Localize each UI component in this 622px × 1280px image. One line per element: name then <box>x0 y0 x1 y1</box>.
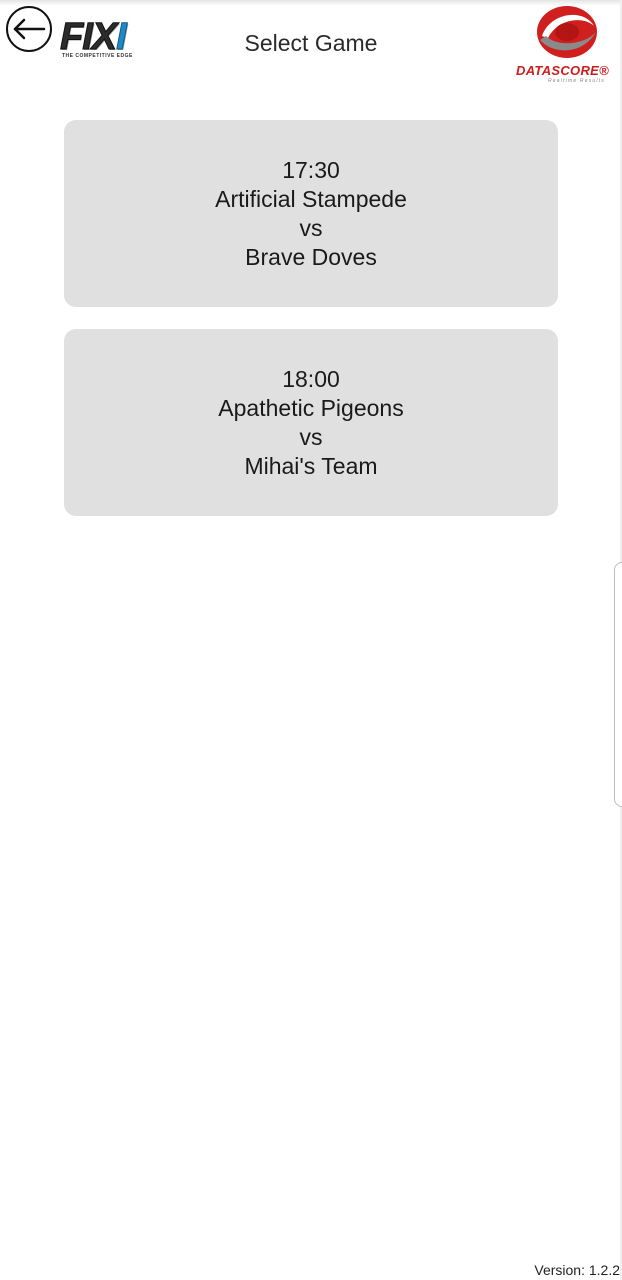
datascore-swirl-icon <box>537 6 597 58</box>
game-time: 17:30 <box>282 156 340 183</box>
versus-label: vs <box>299 423 323 450</box>
versus-label: vs <box>299 214 323 241</box>
datascore-wordmark: DATASCORE® <box>516 63 609 78</box>
datascore-logo: DATASCORE® Realtime Results <box>512 2 622 86</box>
version-label: Version: 1.2.2 <box>534 1262 620 1278</box>
game-card[interactable]: 17:30 Artificial Stampede vs Brave Doves <box>64 120 558 307</box>
game-card[interactable]: 18:00 Apathetic Pigeons vs Mihai's Team <box>64 329 558 516</box>
select-game-screen: FIXI THE COMPETITIVE EDGE Select Game DA… <box>0 0 622 1280</box>
datascore-tagline: Realtime Results <box>548 78 605 84</box>
game-list: 17:30 Artificial Stampede vs Brave Doves… <box>64 120 558 538</box>
home-team: Apathetic Pigeons <box>218 394 404 421</box>
away-team: Brave Doves <box>245 243 377 270</box>
away-team: Mihai's Team <box>244 452 378 479</box>
game-time: 18:00 <box>282 365 340 392</box>
home-team: Artificial Stampede <box>215 185 407 212</box>
edge-panel-handle[interactable] <box>614 562 622 807</box>
